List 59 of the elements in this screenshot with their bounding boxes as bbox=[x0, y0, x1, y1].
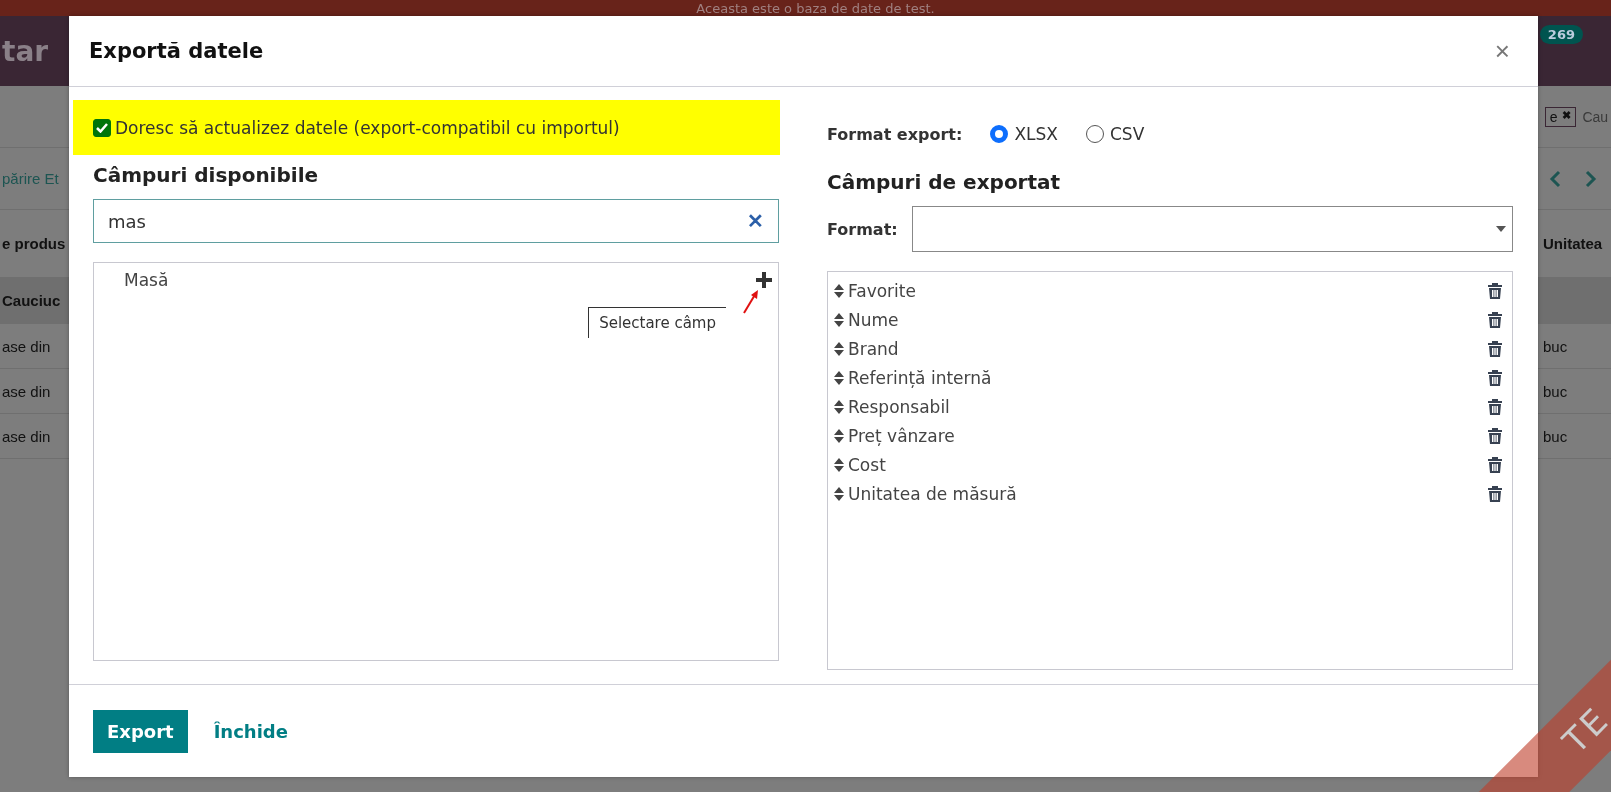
caret-icon bbox=[1496, 226, 1506, 232]
sort-icon[interactable] bbox=[834, 456, 844, 473]
trash-icon[interactable] bbox=[1488, 369, 1502, 386]
sort-icon[interactable] bbox=[834, 282, 844, 299]
section-heading: Câmpuri disponibile bbox=[93, 163, 320, 189]
field-item[interactable]: Favorite bbox=[848, 280, 916, 301]
group-row-label: Cauciuc bbox=[2, 292, 61, 309]
field-item[interactable]: Brand bbox=[848, 338, 899, 359]
sort-icon[interactable] bbox=[834, 485, 844, 502]
trash-icon[interactable] bbox=[1488, 427, 1502, 444]
trash-icon[interactable] bbox=[1488, 456, 1502, 473]
table-cell: buc bbox=[1543, 337, 1568, 355]
table-cell: ase din bbox=[2, 382, 51, 400]
section-heading: Câmpuri de exportat bbox=[827, 170, 1062, 196]
trash-icon[interactable] bbox=[1488, 485, 1502, 502]
search-facet[interactable]: e ✖ bbox=[1544, 106, 1576, 127]
field-item[interactable]: Cost bbox=[848, 454, 886, 475]
sort-icon[interactable] bbox=[834, 427, 844, 444]
trash-icon[interactable] bbox=[1488, 340, 1502, 357]
format-label: Format: bbox=[827, 219, 898, 239]
tooltip: Selectare câmp bbox=[588, 307, 726, 338]
radio-button[interactable] bbox=[1085, 125, 1104, 143]
field-item[interactable]: Responsabil bbox=[848, 396, 950, 417]
table-cell: buc bbox=[1543, 427, 1568, 445]
field-item[interactable]: Unitatea de măsură bbox=[848, 483, 1017, 504]
field-item[interactable]: Preț vânzare bbox=[848, 425, 955, 446]
trash-icon[interactable] bbox=[1488, 398, 1502, 415]
table-cell: buc bbox=[1543, 382, 1568, 400]
radio-label: CSV bbox=[1109, 124, 1145, 144]
table-cell: ase din bbox=[2, 337, 51, 355]
add-icon[interactable] bbox=[756, 272, 772, 288]
close-button[interactable]: × bbox=[1490, 35, 1514, 67]
sort-icon[interactable] bbox=[834, 369, 844, 386]
sort-icon[interactable] bbox=[834, 398, 844, 415]
export-button[interactable]: Export bbox=[93, 709, 188, 753]
checkbox[interactable] bbox=[93, 118, 111, 137]
radio-button[interactable] bbox=[990, 125, 1009, 143]
checkbox-label: Doresc să actualizez datele (export-compatibil cu importul) bbox=[115, 117, 620, 138]
search-field[interactable]: mas ✕ bbox=[93, 199, 779, 243]
column-header: Unitatea bbox=[1543, 235, 1603, 252]
field-item[interactable]: Referință internă bbox=[848, 367, 992, 388]
remove-icon[interactable]: ✖ bbox=[1561, 108, 1571, 125]
format-select[interactable] bbox=[911, 206, 1513, 252]
navbar-title: tar bbox=[2, 34, 49, 68]
dialog-title: Exportă datele bbox=[89, 39, 264, 63]
field-item[interactable]: Nume bbox=[848, 309, 899, 330]
format-export-label: Format export: bbox=[827, 124, 963, 144]
ribbon-text: TE bbox=[1554, 698, 1611, 762]
banner-text: Aceasta este o baza de date de test. bbox=[696, 2, 935, 16]
radio-label: XLSX bbox=[1014, 124, 1058, 144]
field-item[interactable]: Masă bbox=[124, 270, 169, 290]
sort-icon[interactable] bbox=[834, 311, 844, 328]
close-link[interactable]: Închide bbox=[209, 709, 292, 753]
notification-badge: 269 bbox=[1539, 24, 1583, 44]
column-header: e produs bbox=[2, 235, 66, 252]
table-cell: ase din bbox=[2, 427, 51, 445]
trash-icon[interactable] bbox=[1488, 282, 1502, 299]
trash-icon[interactable] bbox=[1488, 311, 1502, 328]
sort-icon[interactable] bbox=[834, 340, 844, 357]
